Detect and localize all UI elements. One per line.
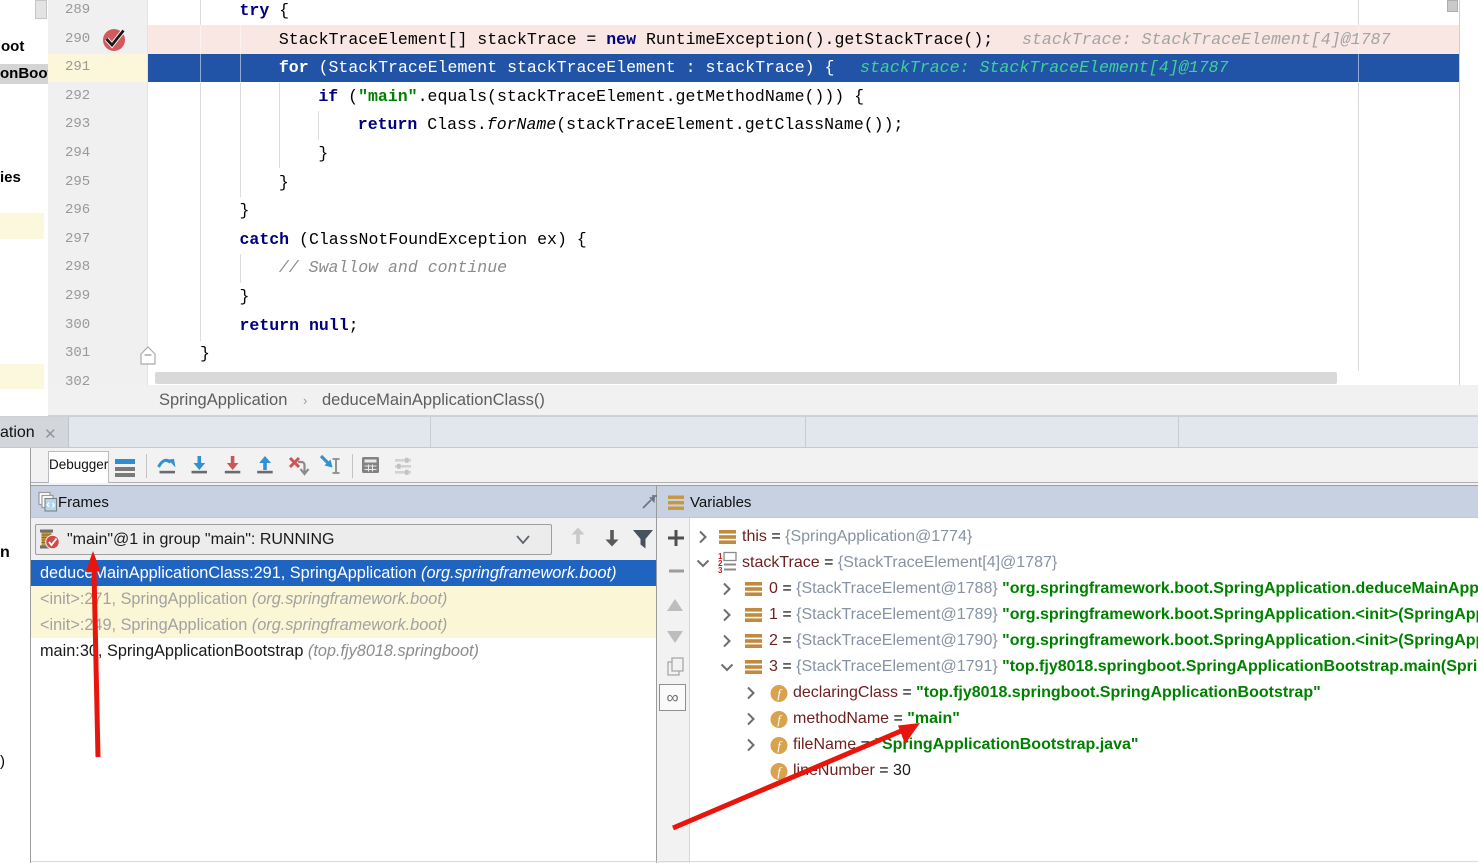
svg-text:∞: ∞ [666,688,678,707]
svg-text:3: 3 [718,566,723,575]
